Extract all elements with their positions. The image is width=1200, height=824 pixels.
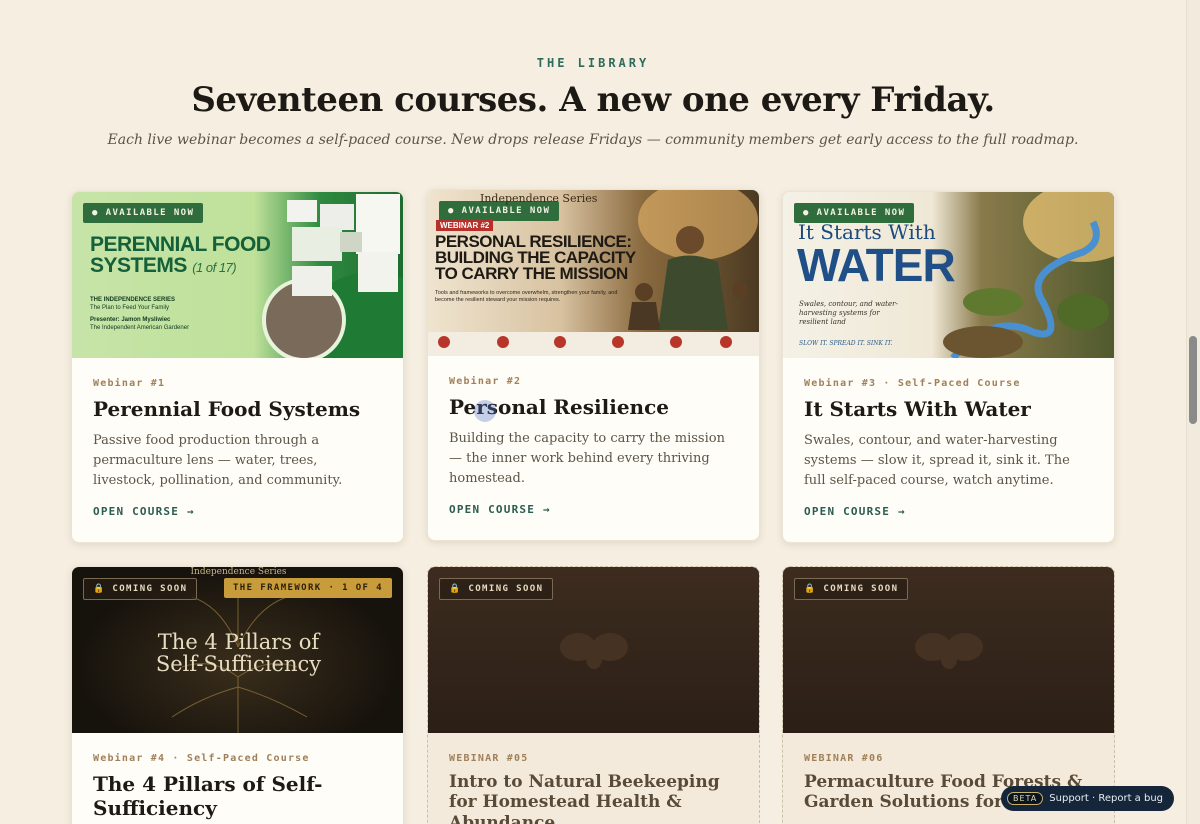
course-description: Building the capacity to carry the missi… (449, 431, 725, 486)
beta-badge: BETA (1007, 792, 1044, 805)
course-card-5[interactable]: 🔒 COMING SOON WEBINAR #05 Intro to Natur… (427, 566, 760, 824)
framework-badge: THE FRAMEWORK · 1 OF 4 (223, 578, 392, 598)
status-badge: 🔒 COMING SOON (439, 578, 554, 600)
scrollbar[interactable] (1186, 0, 1200, 824)
thumbnail-headline: The 4 Pillars of Self-Sufficiency (155, 630, 322, 676)
page-title: Seventeen courses. A new one every Frida… (191, 80, 995, 120)
support-label: Support · Report a bug (1049, 793, 1164, 804)
status-badge: ● AVAILABLE NOW (83, 203, 204, 223)
course-thumbnail-2: ● AVAILABLE NOW Independence Series WEBI… (428, 190, 759, 356)
course-description: Swales, contour, and water-harvesting sy… (804, 433, 1070, 488)
thumbnail-credits: THE INDEPENDENCE SERIES The Plan to Feed… (90, 297, 190, 331)
course-meta: Webinar #1 (93, 378, 166, 389)
course-card-2[interactable]: ● AVAILABLE NOW Independence Series WEBI… (427, 189, 760, 541)
mouse-cursor-highlight (474, 400, 496, 422)
support-button[interactable]: BETA Support · Report a bug (1001, 786, 1174, 811)
course-meta: Webinar #4 · Self-Paced Course (93, 753, 310, 764)
course-meta: Webinar #3 · Self-Paced Course (804, 378, 1021, 389)
section-eyebrow: THE LIBRARY (536, 56, 650, 70)
thumbnail-series: Independence Series (190, 567, 287, 577)
course-meta: WEBINAR #06 (804, 753, 884, 764)
open-course-link[interactable]: OPEN COURSE → (449, 503, 551, 516)
course-title[interactable]: Perennial Food Systems (93, 397, 382, 421)
course-thumbnail-6: 🔒 COMING SOON (783, 567, 1114, 733)
course-title[interactable]: The 4 Pillars of Self-Sufficiency (93, 772, 382, 820)
open-course-link[interactable]: OPEN COURSE → (804, 505, 906, 518)
thumbnail-slogan: SLOW IT. SPREAD IT. SINK IT. (799, 340, 893, 347)
library-header: THE LIBRARY Seventeen courses. A new one… (0, 0, 1186, 148)
thumbnail-series: Independence Series (480, 192, 598, 205)
course-title[interactable]: It Starts With Water (804, 397, 1093, 421)
course-thumbnail-3: ● AVAILABLE NOW It Starts With WATER Swa… (783, 192, 1114, 358)
course-meta: Webinar #2 (449, 376, 522, 387)
course-card-1[interactable]: ● AVAILABLE NOW PERENNIAL FOOD SYSTEMS (… (71, 191, 404, 543)
thumbnail-blurb: Tools and frameworks to overcome overwhe… (435, 290, 618, 303)
course-title[interactable]: Intro to Natural Beekeeping for Homestea… (449, 772, 738, 824)
thumbnail-tag: WEBINAR #2 (436, 220, 494, 231)
open-course-link[interactable]: OPEN COURSE → (93, 505, 195, 518)
thumbnail-headline: PERENNIAL FOOD SYSTEMS (1 of 17) (90, 233, 271, 277)
course-description: Passive food production through a permac… (93, 433, 343, 488)
course-card-4[interactable]: 🔒 COMING SOON THE FRAMEWORK · 1 OF 4 Ind… (71, 566, 404, 824)
thumbnail-headline: PERSONAL RESILIENCE: BUILDING THE CAPACI… (435, 232, 636, 283)
scrollbar-thumb[interactable] (1189, 336, 1197, 424)
course-meta: WEBINAR #05 (449, 753, 529, 764)
page-subtitle: Each live webinar becomes a self-paced c… (107, 132, 1079, 148)
course-card-3[interactable]: ● AVAILABLE NOW It Starts With WATER Swa… (782, 191, 1115, 543)
thumbnail-blurb: Swales, contour, and water-harvesting sy… (799, 300, 898, 326)
course-thumbnail-1: ● AVAILABLE NOW PERENNIAL FOOD SYSTEMS (… (72, 192, 403, 358)
thumbnail-headline-water: WATER (797, 239, 956, 291)
course-thumbnail-4: 🔒 COMING SOON THE FRAMEWORK · 1 OF 4 Ind… (72, 567, 403, 733)
course-thumbnail-5: 🔒 COMING SOON (428, 567, 759, 733)
status-badge: 🔒 COMING SOON (83, 578, 198, 600)
status-badge: 🔒 COMING SOON (794, 578, 909, 600)
